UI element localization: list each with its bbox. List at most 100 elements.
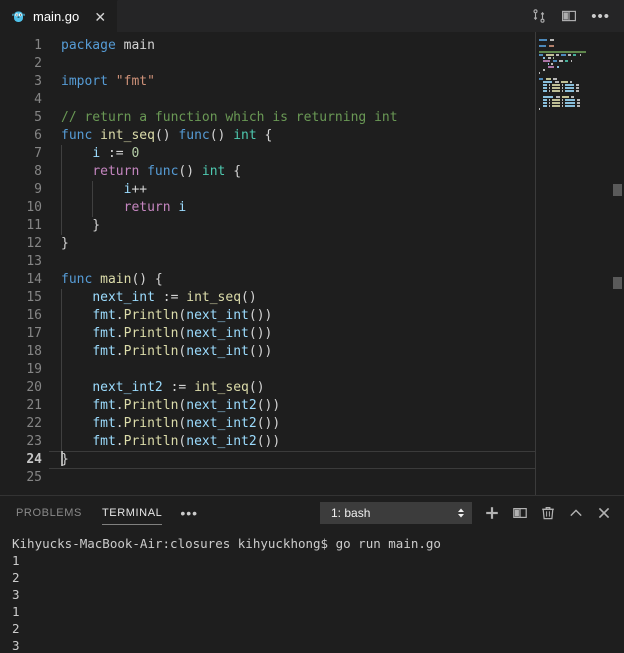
minimap-token [548,101,550,104]
minimap-token [548,89,550,92]
editor-tab-main-go[interactable]: main.go ✕ [0,0,119,32]
go-gopher-icon [11,9,26,24]
minimap-token [548,44,555,47]
editor-more-actions-icon[interactable]: ••• [591,9,610,24]
code-line-14[interactable]: 14 func main() { [0,271,624,289]
terminal-output[interactable]: Kihyucks-MacBook-Air:closures kihyuckhon… [0,529,624,653]
code-editor[interactable]: 1 package main 2 3 import "fmt" 4 5// return a… [0,32,624,495]
code-token: Println [123,434,179,449]
code-line-12[interactable]: 12} [0,235,624,253]
code-line-13[interactable]: 13 [0,253,624,271]
code-token: int_seq [186,290,242,305]
code-token: ()) [248,326,273,341]
kill-terminal-icon[interactable] [540,505,556,521]
minimap-token [555,80,559,83]
minimap-token [552,56,555,59]
code-token: int [201,164,226,179]
minimap-token [570,80,573,83]
new-terminal-icon[interactable] [484,505,500,521]
code-token: () { [131,272,163,287]
code-line-21[interactable]: 21 fmt.Println(next_int2()) [0,397,624,415]
minimap-token [573,53,577,56]
close-panel-icon[interactable] [596,505,612,521]
code-line-11[interactable]: 11 } [0,217,624,235]
code-line-19[interactable]: 19 [0,361,624,379]
minimap-token [549,38,555,41]
panel-tab-problems[interactable]: PROBLEMS [16,496,82,529]
minimap-line [535,110,610,113]
code-line-17[interactable]: 17 fmt.Println(next_int()) [0,325,624,343]
code-line-6[interactable]: 6 func int_seq() func() int { [0,127,624,145]
code-line-16[interactable]: 16 fmt.Println(next_int()) [0,307,624,325]
code-token: return [123,200,171,215]
code-token: () [248,380,265,395]
code-token: return [92,164,140,179]
code-line-24[interactable]: 24} [0,451,624,469]
code-line-25[interactable]: 25 [0,469,624,487]
line-number: 16 [26,308,42,323]
code-line-18[interactable]: 18 fmt.Println(next_int()) [0,343,624,361]
minimap-token [539,71,541,74]
code-token: fmt [92,416,116,431]
minimap-token [539,107,541,110]
maximize-panel-icon[interactable] [568,505,584,521]
editor-vertical-scrollbar[interactable] [610,32,624,495]
code-line-8[interactable]: 8 return func() int { [0,163,624,181]
code-line-1[interactable]: 1 package main [0,37,624,55]
line-number: 1 [34,38,42,53]
line-number: 7 [34,146,42,161]
code-line-22[interactable]: 22 fmt.Println(next_int2()) [0,415,624,433]
code-token: ()) [256,416,281,431]
code-token: next_int2 [186,398,257,413]
code-token: fmt [92,308,116,323]
code-line-10[interactable]: 10 return i [0,199,624,217]
code-line-4[interactable]: 4 [0,91,624,109]
code-token: . [115,416,124,431]
code-line-5[interactable]: 5 // return a function which is returning… [0,109,624,127]
code-line-7[interactable]: 7 i := 0 [0,145,624,163]
line-number: 15 [26,290,42,305]
source-control-icon[interactable] [531,8,547,24]
split-terminal-icon[interactable] [512,505,528,521]
code-token: () [209,128,234,143]
panel-tab-terminal[interactable]: TERMINAL [101,496,163,529]
code-token: // return a function which is returning … [61,110,398,125]
code-token: . [115,398,124,413]
code-line-20[interactable]: 20 next_int2 := int_seq() [0,379,624,397]
minimap-token [576,98,580,101]
minimap-token [550,62,554,65]
code-token: main [100,272,132,287]
minimap-token [575,83,579,86]
minimap-token [543,80,553,83]
code-token: package [61,38,116,53]
terminal-selector[interactable]: 1: bash [320,501,472,524]
code-token: next_int [186,326,249,341]
code-token: next_int2 [186,416,257,431]
code-line-23[interactable]: 23 fmt.Println(next_int2()) [0,433,624,451]
minimap-token [561,86,563,89]
minimap-token [571,95,574,98]
code-token: ()) [248,308,273,323]
code-token: import [61,74,108,89]
close-icon[interactable]: ✕ [92,10,108,24]
code-line-15[interactable]: 15 next_int := int_seq() [0,289,624,307]
code-line-3[interactable]: 3 import "fmt" [0,73,624,91]
split-editor-icon[interactable] [561,8,577,24]
code-token: () [241,290,257,305]
minimap[interactable] [535,32,610,495]
panel-more-actions-icon[interactable]: ••• [180,506,198,520]
minimap-token [575,86,579,89]
code-token: next_int [186,308,249,323]
code-line-2[interactable]: 2 [0,55,624,73]
code-line-9[interactable]: 9 i++ [0,181,624,199]
code-token: Println [123,398,179,413]
code-lines-container[interactable]: 1 package main 2 3 import "fmt" 4 5// return a… [0,32,624,495]
line-number: 25 [26,470,42,485]
